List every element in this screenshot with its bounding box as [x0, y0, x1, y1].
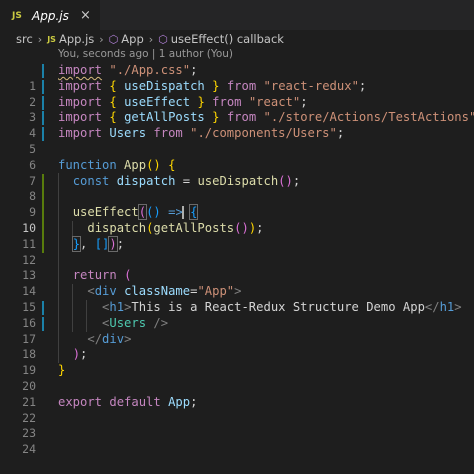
tab-bar: JS App.js ×: [0, 0, 474, 31]
modified-marker[interactable]: [42, 95, 44, 110]
added-marker[interactable]: [42, 236, 44, 253]
modified-marker[interactable]: [42, 111, 44, 126]
breadcrumb-folder[interactable]: src: [16, 32, 33, 46]
breadcrumb-symbol[interactable]: useEffect() callback: [171, 32, 284, 46]
function-call: useEffect: [72, 205, 139, 220]
identifier: Users: [109, 126, 147, 141]
identifier: dispatch: [116, 173, 176, 188]
jsx-tag: div: [102, 331, 125, 346]
added-marker[interactable]: [42, 205, 44, 221]
code-line[interactable]: 13: [0, 253, 474, 282]
string: "react": [248, 94, 301, 109]
javascript-file-icon: JS: [47, 34, 56, 44]
keyword: import: [58, 78, 103, 93]
function-call: dispatch: [87, 220, 147, 235]
close-icon[interactable]: ×: [80, 8, 91, 23]
chevron-right-icon: ›: [99, 32, 104, 46]
keyword: from: [226, 110, 257, 125]
component-icon: ⬡: [108, 32, 119, 46]
jsx-tag: h1: [439, 299, 455, 314]
function-call: useDispatch: [197, 173, 279, 188]
git-blame-codelens[interactable]: You, seconds ago | 1 author (You): [58, 48, 233, 62]
text-cursor: [181, 206, 184, 220]
chevron-right-icon: ›: [148, 32, 154, 46]
code-line[interactable]: 24: [0, 426, 474, 456]
code-line[interactable]: 12 }, []);: [0, 235, 474, 267]
identifier: useDispatch: [124, 78, 205, 93]
keyword: return: [72, 268, 117, 283]
keyword: const: [72, 173, 110, 188]
modified-marker[interactable]: [42, 316, 44, 331]
keyword: import: [58, 126, 103, 141]
code-line[interactable]: 20 }: [0, 363, 474, 393]
string: "App": [197, 284, 235, 299]
modified-marker[interactable]: [42, 127, 44, 142]
code-line[interactable]: 23: [0, 411, 474, 440]
code-line[interactable]: 14 return (: [0, 268, 474, 298]
line-number: 24: [22, 442, 36, 457]
tab-label: App.js: [32, 9, 69, 23]
breadcrumb-file[interactable]: App.js: [59, 32, 94, 46]
added-marker[interactable]: [42, 189, 44, 206]
keyword: from: [226, 78, 257, 93]
code-line[interactable]: 22 export default App;: [0, 394, 474, 425]
code-line[interactable]: 19 );: [0, 347, 474, 377]
keyword: import: [58, 110, 103, 125]
string: "react-redux": [263, 78, 359, 93]
jsx-tag: div: [94, 284, 117, 299]
identifier: useEffect: [124, 94, 191, 109]
method-icon: ⬡: [158, 32, 168, 46]
code-line[interactable]: 21: [0, 379, 474, 409]
code-line[interactable]: 5 import Users from "./components/Users"…: [0, 126, 474, 156]
code-line[interactable]: 7 function App() {: [0, 157, 474, 188]
jsx-component: Users: [109, 315, 147, 330]
keyword: from: [153, 126, 183, 141]
tab-app-js[interactable]: JS App.js ×: [0, 0, 100, 31]
keyword: export: [58, 394, 103, 409]
code-editor[interactable]: 1 import "./App.css"; 2 import { useDisp…: [0, 63, 474, 456]
modified-marker[interactable]: [42, 64, 44, 78]
breadcrumb-component[interactable]: App: [121, 32, 143, 46]
identifier: getAllPosts: [124, 110, 205, 125]
keyword: import: [58, 94, 103, 109]
jsx-tag: h1: [109, 299, 125, 314]
added-marker[interactable]: [42, 220, 44, 237]
function-call: getAllPosts: [153, 220, 235, 235]
code-line[interactable]: 8 const dispatch = useDispatch();: [0, 173, 474, 203]
string: "./App.css": [109, 63, 191, 77]
keyword: default: [109, 394, 161, 409]
code-line[interactable]: 9: [0, 189, 474, 219]
identifier: App: [168, 394, 191, 409]
code-line[interactable]: 16 <h1>This is a React-Redux Structure D…: [0, 299, 474, 330]
function-name: App: [124, 157, 147, 172]
code-line[interactable]: 4 import { getAllPosts } from "./store/A…: [0, 110, 474, 140]
keyword: import: [58, 63, 103, 77]
code-line[interactable]: 2 import { useDispatch } from "react-red…: [0, 78, 474, 109]
code-line[interactable]: 10 useEffect(() => {: [0, 204, 474, 235]
modified-marker[interactable]: [42, 300, 44, 315]
code-line[interactable]: 15 <div className="App">: [0, 284, 474, 314]
chevron-right-icon: ›: [37, 32, 43, 46]
keyword: from: [212, 94, 242, 109]
code-line[interactable]: 3 import { useEffect } from "react";: [0, 94, 474, 125]
keyword: function: [58, 157, 117, 172]
jsx-attribute: className: [124, 284, 191, 299]
string: "./components/Users": [190, 126, 337, 141]
added-marker[interactable]: [42, 173, 44, 190]
javascript-file-icon: JS: [12, 11, 22, 21]
code-line[interactable]: 18 </div>: [0, 331, 474, 362]
code-line[interactable]: 17 <Users />: [0, 315, 474, 346]
code-line[interactable]: 1 import "./App.css";: [0, 63, 474, 93]
modified-marker[interactable]: [42, 79, 44, 94]
code-line[interactable]: 11 dispatch(getAllPosts());: [0, 220, 474, 251]
breadcrumb: src › JS App.js › ⬡ App › ⬡ useEffect() …: [0, 30, 474, 48]
string: "./store/Actions/TestActions": [263, 110, 474, 125]
jsx-text: This is a React-Redux Structure Demo App: [131, 299, 425, 314]
code-line[interactable]: 6: [0, 142, 474, 172]
